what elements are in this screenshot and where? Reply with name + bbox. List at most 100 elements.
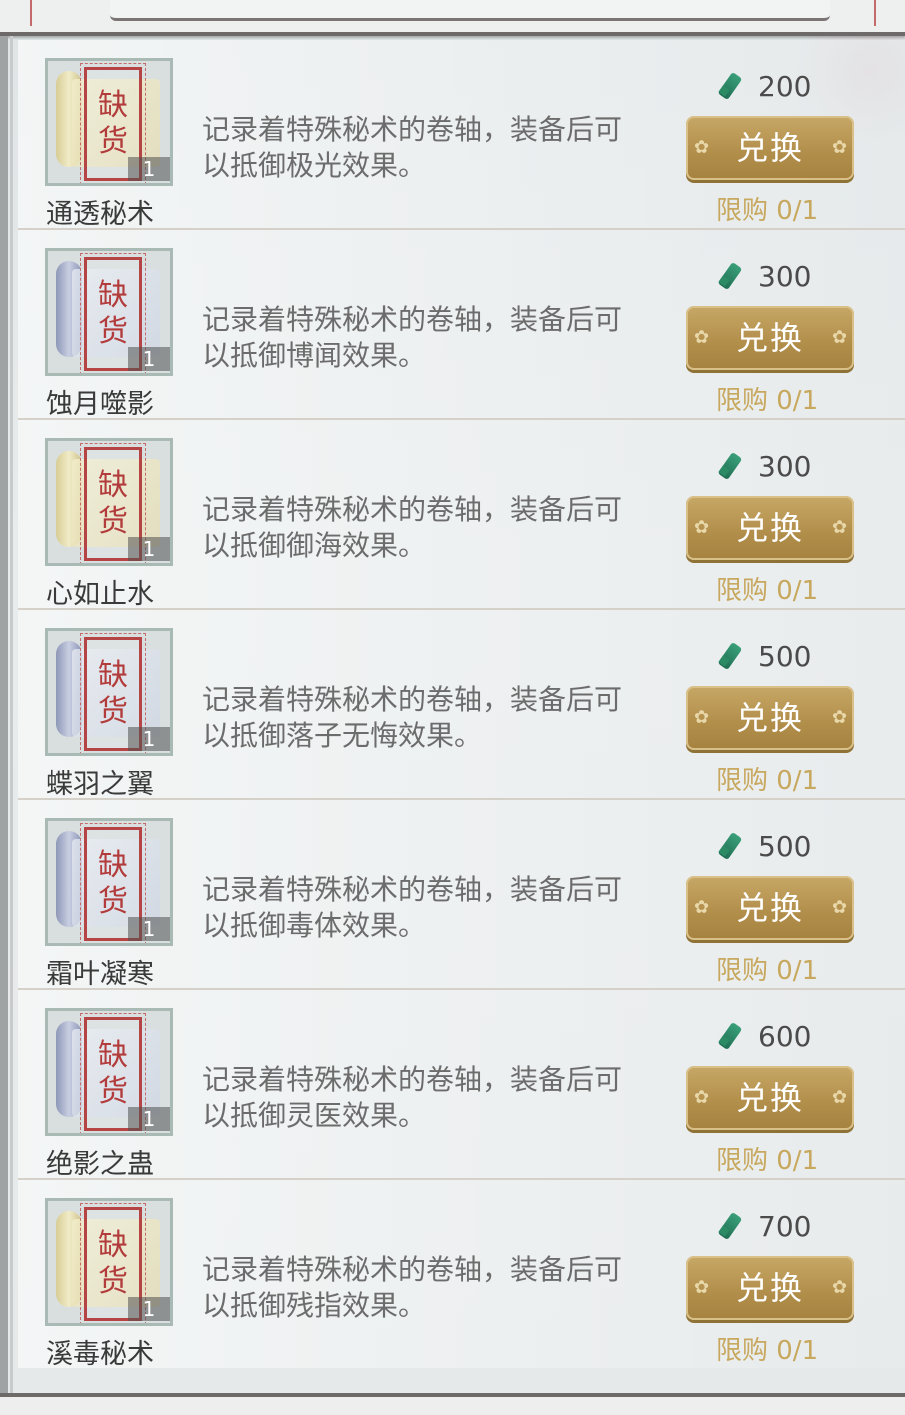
item-name: 溪毒秘术 [46, 1339, 154, 1370]
item-icon[interactable]: 缺 货 1 [45, 58, 173, 186]
item-description-line: 记录着特殊秘术的卷轴，装备后可 [202, 1253, 623, 1286]
item-icon[interactable]: 缺 货 1 [45, 1198, 173, 1326]
exchange-button-label: 兑换 [735, 699, 804, 737]
shop-item-row: 缺 货 1 心如止水 记录着特殊秘术的卷轴，装备后可 以抵御御海效果。 300 … [18, 420, 905, 610]
item-quantity: 1 [128, 1107, 170, 1131]
stamp-char: 货 [98, 694, 128, 729]
stamp-char: 货 [98, 1264, 128, 1299]
item-price: 700 [716, 1208, 836, 1244]
stamp-char: 缺 [98, 88, 128, 123]
item-description: 记录着特殊秘术的卷轴，装备后可 以抵御残指效果。 [202, 1252, 672, 1324]
purchase-limit: 限购 0/1 [716, 386, 819, 416]
shop-item-row: 缺 货 1 绝影之蛊 记录着特殊秘术的卷轴，装备后可 以抵御灵医效果。 600 … [18, 990, 905, 1180]
price-value: 300 [758, 449, 812, 483]
item-description: 记录着特殊秘术的卷轴，装备后可 以抵御落子无悔效果。 [202, 682, 672, 754]
item-price: 300 [716, 258, 836, 294]
stamp-char: 缺 [98, 468, 128, 503]
flower-deco-icon: ✿ [832, 707, 850, 728]
exchange-button[interactable]: ✿ 兑换 ✿ [686, 1256, 854, 1320]
item-description-line: 记录着特殊秘术的卷轴，装备后可 [202, 1063, 623, 1096]
flower-deco-icon: ✿ [832, 1087, 850, 1108]
jade-token-icon [716, 641, 744, 671]
item-quantity: 1 [128, 157, 170, 181]
purchase-limit: 限购 0/1 [716, 766, 819, 796]
item-name: 绝影之蛊 [46, 1149, 154, 1180]
item-price: 500 [716, 638, 836, 674]
shop-item-row: 缺 货 1 蝶羽之翼 记录着特殊秘术的卷轴，装备后可 以抵御落子无悔效果。 50… [18, 610, 905, 800]
flower-deco-icon: ✿ [832, 327, 850, 348]
frame-pin-left [30, 0, 32, 26]
exchange-button-label: 兑换 [735, 1269, 804, 1307]
item-quantity: 1 [128, 537, 170, 561]
purchase-limit: 限购 0/1 [716, 1336, 819, 1366]
shop-item-row: 缺 货 1 蚀月噬影 记录着特殊秘术的卷轴，装备后可 以抵御博闻效果。 300 … [18, 230, 905, 420]
exchange-button-label: 兑换 [735, 509, 804, 547]
purchase-limit: 限购 0/1 [716, 576, 819, 606]
item-description: 记录着特殊秘术的卷轴，装备后可 以抵御毒体效果。 [202, 872, 672, 944]
item-description-line: 以抵御灵医效果。 [202, 1099, 427, 1132]
flower-deco-icon: ✿ [832, 517, 850, 538]
flower-deco-icon: ✿ [832, 897, 850, 918]
item-description-line: 以抵御毒体效果。 [202, 909, 427, 942]
exchange-button[interactable]: ✿ 兑换 ✿ [686, 876, 854, 940]
exchange-button-label: 兑换 [735, 1079, 804, 1117]
exchange-button-label: 兑换 [735, 889, 804, 927]
exchange-button[interactable]: ✿ 兑换 ✿ [686, 116, 854, 180]
jade-token-icon [716, 71, 744, 101]
exchange-button[interactable]: ✿ 兑换 ✿ [686, 496, 854, 560]
flower-deco-icon: ✿ [694, 137, 712, 158]
stamp-char: 缺 [98, 1228, 128, 1263]
bottom-frame-bar [0, 1393, 905, 1415]
item-price: 500 [716, 828, 836, 864]
exchange-button[interactable]: ✿ 兑换 ✿ [686, 306, 854, 370]
item-icon[interactable]: 缺 货 1 [45, 248, 173, 376]
item-icon[interactable]: 缺 货 1 [45, 1008, 173, 1136]
item-description-line: 记录着特殊秘术的卷轴，装备后可 [202, 493, 623, 526]
stamp-char: 货 [98, 504, 128, 539]
flower-deco-icon: ✿ [694, 1087, 712, 1108]
flower-deco-icon: ✿ [694, 897, 712, 918]
top-frame-inner [110, 0, 830, 21]
exchange-button[interactable]: ✿ 兑换 ✿ [686, 686, 854, 750]
purchase-limit: 限购 0/1 [716, 1146, 819, 1176]
jade-token-icon [716, 1021, 744, 1051]
flower-deco-icon: ✿ [694, 517, 712, 538]
shop-item-row: 缺 货 1 通透秘术 记录着特殊秘术的卷轴，装备后可 以抵御极光效果。 200 … [18, 40, 905, 230]
item-description: 记录着特殊秘术的卷轴，装备后可 以抵御极光效果。 [202, 112, 672, 184]
item-description-line: 记录着特殊秘术的卷轴，装备后可 [202, 303, 623, 336]
shop-item-list[interactable]: 缺 货 1 通透秘术 记录着特殊秘术的卷轴，装备后可 以抵御极光效果。 200 … [18, 40, 905, 1390]
price-value: 500 [758, 829, 812, 863]
flower-deco-icon: ✿ [694, 1277, 712, 1298]
shop-item-row: 缺 货 1 溪毒秘术 记录着特殊秘术的卷轴，装备后可 以抵御残指效果。 700 … [18, 1180, 905, 1370]
stamp-char: 缺 [98, 658, 128, 693]
item-name: 霜叶凝寒 [46, 959, 154, 990]
item-quantity: 1 [128, 727, 170, 751]
item-description-line: 记录着特殊秘术的卷轴，装备后可 [202, 873, 623, 906]
frame-pin-right [874, 0, 876, 26]
item-icon[interactable]: 缺 货 1 [45, 628, 173, 756]
price-value: 700 [758, 1209, 812, 1243]
item-price: 600 [716, 1018, 836, 1054]
exchange-button-label: 兑换 [735, 129, 804, 167]
stamp-char: 缺 [98, 848, 128, 883]
item-icon[interactable]: 缺 货 1 [45, 438, 173, 566]
jade-token-icon [716, 831, 744, 861]
item-price: 200 [716, 68, 836, 104]
price-value: 200 [758, 69, 812, 103]
item-description: 记录着特殊秘术的卷轴，装备后可 以抵御灵医效果。 [202, 1062, 672, 1134]
item-description-line: 以抵御落子无悔效果。 [202, 719, 483, 752]
stamp-char: 货 [98, 314, 128, 349]
item-price: 300 [716, 448, 836, 484]
stamp-char: 货 [98, 884, 128, 919]
item-description-line: 以抵御博闻效果。 [202, 339, 427, 372]
item-name: 蚀月噬影 [46, 389, 154, 420]
top-frame-bar [0, 0, 905, 36]
item-description: 记录着特殊秘术的卷轴，装备后可 以抵御御海效果。 [202, 492, 672, 564]
flower-deco-icon: ✿ [694, 327, 712, 348]
jade-token-icon [716, 261, 744, 291]
item-icon[interactable]: 缺 货 1 [45, 818, 173, 946]
stamp-char: 缺 [98, 1038, 128, 1073]
exchange-button[interactable]: ✿ 兑换 ✿ [686, 1066, 854, 1130]
purchase-limit: 限购 0/1 [716, 956, 819, 986]
price-value: 600 [758, 1019, 812, 1053]
